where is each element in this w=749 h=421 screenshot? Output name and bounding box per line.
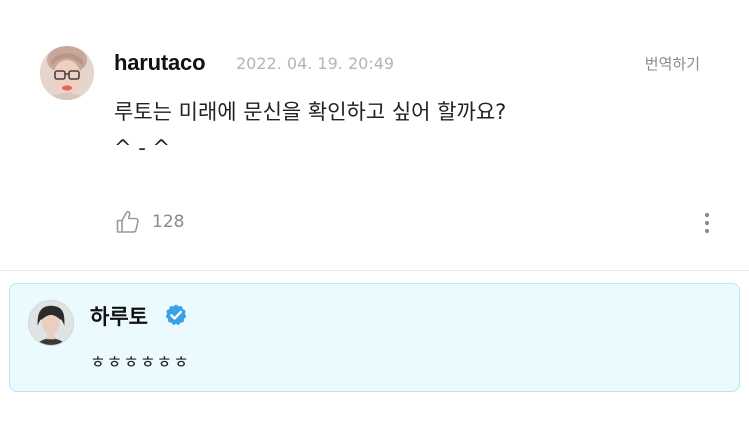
divider <box>0 270 749 271</box>
more-options-button[interactable] <box>696 206 718 240</box>
artist-avatar-image <box>29 301 73 345</box>
comment-thread: harutaco 2022. 04. 19. 20:49 번역하기 루토는 미래… <box>0 0 749 421</box>
user-avatar[interactable] <box>40 46 94 100</box>
more-vertical-icon <box>704 212 710 234</box>
verified-badge-icon <box>164 303 188 327</box>
comment-body: 루토는 미래에 문신을 확인하고 싶어 할까요? ^ - ^ <box>114 94 506 166</box>
artist-avatar[interactable] <box>28 300 74 346</box>
username[interactable]: harutaco <box>114 50 206 76</box>
comment-body-line: 루토는 미래에 문신을 확인하고 싶어 할까요? <box>114 100 507 124</box>
comment-body-line: ^ - ^ <box>114 136 171 160</box>
like-count: 128 <box>152 212 185 232</box>
user-avatar-image <box>40 46 94 100</box>
translate-button[interactable]: 번역하기 <box>645 53 700 74</box>
artist-reply: 하루토 ㅎㅎㅎㅎㅎㅎ <box>9 283 740 392</box>
like-button[interactable]: 128 <box>114 205 184 239</box>
reply-body: ㅎㅎㅎㅎㅎㅎ <box>90 353 190 373</box>
fan-comment: harutaco 2022. 04. 19. 20:49 번역하기 루토는 미래… <box>0 0 749 270</box>
artist-name[interactable]: 하루토 <box>90 301 148 331</box>
thumbs-up-icon <box>116 210 139 233</box>
comment-timestamp: 2022. 04. 19. 20:49 <box>236 54 395 73</box>
